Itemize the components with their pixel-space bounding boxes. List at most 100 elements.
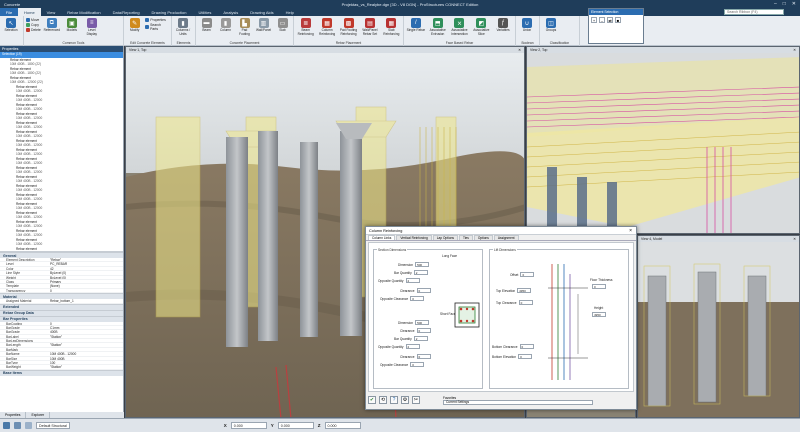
apply-button[interactable]: ✔ bbox=[368, 396, 376, 404]
beam-reinforcing-button[interactable]: ≣ Beam Reinforcing bbox=[296, 18, 315, 36]
view-2-close-icon[interactable]: ✕ bbox=[793, 48, 799, 52]
tool-icon[interactable] bbox=[3, 422, 10, 429]
help-button[interactable]: ? bbox=[390, 396, 398, 404]
short-bar-quantity-input[interactable]: 2 bbox=[413, 336, 428, 341]
column-reinforcing-button[interactable]: ▦ Column Reinforcing bbox=[317, 18, 336, 36]
bottom-elevation-input[interactable]: 0 bbox=[518, 354, 533, 359]
selection-button[interactable]: ↖ Selection bbox=[2, 18, 20, 33]
tree-item[interactable]: Rebar element 10M 400B - 12000 (22) bbox=[0, 76, 123, 85]
tree-item[interactable]: Rebar element10M 400B - 12000 bbox=[0, 157, 123, 166]
tab-drawing-production[interactable]: Drawing Production bbox=[146, 8, 193, 16]
tree-item[interactable]: Rebar element10M 400B - 12000 bbox=[0, 103, 123, 112]
tree-item[interactable]: Rebar element10M 400B - 12000 bbox=[0, 112, 123, 121]
tab-utilities[interactable]: Utilities bbox=[192, 8, 217, 16]
tree-item[interactable]: Rebar element10M 400B - 12000 bbox=[0, 193, 123, 202]
favorites-select[interactable]: Current Settings bbox=[443, 399, 593, 405]
pad-footing-reinforcing-button[interactable]: ▩ Pad Footing Reinforcing bbox=[339, 18, 358, 36]
tree-item[interactable]: Rebar element10M 400B - 12000 bbox=[0, 85, 123, 94]
wall-panel-button[interactable]: ▥ Wall/Panel bbox=[255, 18, 272, 33]
view-4[interactable]: View 4, Model ✕ bbox=[637, 235, 800, 418]
slab-button[interactable]: ▭ Slab bbox=[274, 18, 291, 33]
cut-button[interactable]: ✂ bbox=[412, 396, 420, 404]
tree-item[interactable]: Rebar element10M 400B - 12000 bbox=[0, 211, 123, 220]
tab-home[interactable]: Home bbox=[18, 8, 41, 16]
short-clearance2-input[interactable]: 0 bbox=[416, 354, 431, 359]
top-clearance-input[interactable]: 0 bbox=[518, 300, 533, 305]
models-button[interactable]: ▣ Models bbox=[63, 18, 81, 33]
tab-options[interactable]: Options bbox=[473, 235, 493, 240]
tab-lap-options[interactable]: Lap Options bbox=[432, 235, 458, 240]
tab-rebar-modification[interactable]: Rebar Modification bbox=[61, 8, 106, 16]
subtract-selection-button[interactable]: – bbox=[599, 17, 605, 23]
maximize-button[interactable]: □ bbox=[783, 1, 786, 7]
tree-item[interactable]: Rebar element10M 400B - 12000 bbox=[0, 238, 123, 247]
selection-tree[interactable]: Selection (19) Rebar element 10M 400B - 18… bbox=[0, 52, 123, 252]
tree-item[interactable]: Rebar element10M 400B - 12000 bbox=[0, 121, 123, 130]
long-dimension-input[interactable]: 500 bbox=[415, 262, 430, 267]
columns-units-button[interactable]: ▮ Columns / Units bbox=[174, 18, 192, 36]
tree-item[interactable]: Rebar element10M 400B - 12000 bbox=[0, 202, 123, 211]
referenced-button[interactable]: ⧉ Referenced bbox=[43, 18, 61, 33]
short-dimension-input[interactable]: 500 bbox=[415, 320, 430, 325]
offset-input[interactable]: 0 bbox=[520, 272, 535, 277]
close-button[interactable]: ✕ bbox=[792, 1, 796, 7]
tab-ties[interactable]: Ties bbox=[458, 235, 473, 240]
long-opposite-quantity-input[interactable]: 2 bbox=[405, 278, 420, 283]
tab-view[interactable]: View bbox=[41, 8, 62, 16]
file-menu[interactable]: File bbox=[0, 8, 18, 16]
view-1-close-icon[interactable]: ✕ bbox=[518, 48, 524, 52]
move-button[interactable]: Move bbox=[26, 18, 41, 22]
tree-item[interactable]: Rebar element10M 400B - 12000 bbox=[0, 229, 123, 238]
tree-item[interactable]: Rebar element10M 400B - 12000 bbox=[0, 94, 123, 103]
view-4-close-icon[interactable]: ✕ bbox=[793, 237, 799, 241]
beam-button[interactable]: ▬ Beam bbox=[198, 18, 215, 33]
height-input[interactable]: 4950 bbox=[592, 312, 606, 317]
ribbon-search-input[interactable]: Search Ribbon (F4) bbox=[724, 9, 784, 15]
invert-selection-button[interactable]: ⇄ bbox=[607, 17, 613, 23]
view-2[interactable]: View 2, Top ✕ bbox=[526, 46, 800, 234]
single-rebar-button[interactable]: / Single Rebar bbox=[406, 18, 426, 33]
column-button[interactable]: ▮ Column bbox=[217, 18, 234, 33]
associative-slice-button[interactable]: ◩ Associative Slice bbox=[471, 18, 491, 36]
search-parts-button[interactable]: Search Parts bbox=[145, 23, 169, 31]
tab-vertical-reinforcing[interactable]: Vertical Reinforcing bbox=[396, 235, 432, 240]
minimize-button[interactable]: – bbox=[774, 1, 777, 7]
pad-footing-button[interactable]: ▙ Pad Footing bbox=[236, 18, 253, 36]
tab-column-links[interactable]: Column Links bbox=[368, 235, 396, 240]
y-coordinate-input[interactable]: 0.000 bbox=[277, 422, 314, 429]
associative-extrusion-button[interactable]: ⬒ Associative Extrusion bbox=[428, 18, 448, 36]
tree-item[interactable]: Rebar element10M 400B - 12000 bbox=[0, 175, 123, 184]
level-display-button[interactable]: ≡ Level Display bbox=[83, 18, 101, 36]
tab-help[interactable]: Help bbox=[280, 8, 300, 16]
tree-item[interactable]: Rebar element10M 400B - 12000 bbox=[0, 184, 123, 193]
dialog-close-icon[interactable]: × bbox=[629, 228, 636, 234]
tree-item[interactable]: Rebar element 10M 400B - 1800 (22) bbox=[0, 67, 123, 76]
tree-item[interactable]: Rebar element10M 400B - 12000 bbox=[0, 130, 123, 139]
short-opposite-quantity-input[interactable]: 2 bbox=[405, 344, 420, 349]
floor-thickness-input[interactable]: 0 bbox=[592, 284, 606, 289]
tree-item[interactable]: Rebar element10M 400B - 12000 bbox=[0, 166, 123, 175]
property-section-header[interactable]: Base Items bbox=[0, 369, 123, 376]
modify-button[interactable]: ✎ Modify bbox=[126, 18, 143, 33]
short-clearance-input[interactable]: 0 bbox=[416, 328, 431, 333]
tab-analysis[interactable]: Analysis bbox=[217, 8, 244, 16]
copy-button[interactable]: Copy bbox=[26, 23, 41, 27]
tree-item[interactable]: Rebar element10M 400B - 12000 bbox=[0, 148, 123, 157]
x-coordinate-input[interactable]: 0.000 bbox=[230, 422, 267, 429]
tree-item[interactable]: Rebar element 10M 400B - 1800 (22) bbox=[0, 58, 123, 67]
delete-button[interactable]: Delete bbox=[26, 28, 41, 32]
z-coordinate-input[interactable]: 0.000 bbox=[324, 422, 361, 429]
tab-drawing-aids[interactable]: Drawing Aids bbox=[244, 8, 279, 16]
tab-data-reporting[interactable]: Data/Reporting bbox=[107, 8, 146, 16]
properties-button[interactable]: Properties bbox=[145, 18, 169, 22]
associative-intersection-button[interactable]: ⨯ Associative Intersection bbox=[450, 18, 470, 36]
tree-item[interactable]: Rebar element10M 400B - 12000 bbox=[0, 139, 123, 148]
long-clearance-input[interactable]: 0 bbox=[416, 288, 431, 293]
wall-panel-rebar-set-button[interactable]: ▤ Wall/Panel Rebar Set bbox=[360, 18, 379, 36]
slab-reinforcing-button[interactable]: ▦ Slab Reinforcing bbox=[382, 18, 401, 36]
snap-icon[interactable] bbox=[14, 422, 21, 429]
union-button[interactable]: ∪ Union bbox=[518, 18, 536, 33]
long-bar-quantity-input[interactable]: 2 bbox=[413, 270, 428, 275]
tree-item[interactable]: Rebar element10M 400B - 12000 bbox=[0, 220, 123, 229]
default-structural-dropdown[interactable]: Default Structural bbox=[36, 422, 70, 429]
